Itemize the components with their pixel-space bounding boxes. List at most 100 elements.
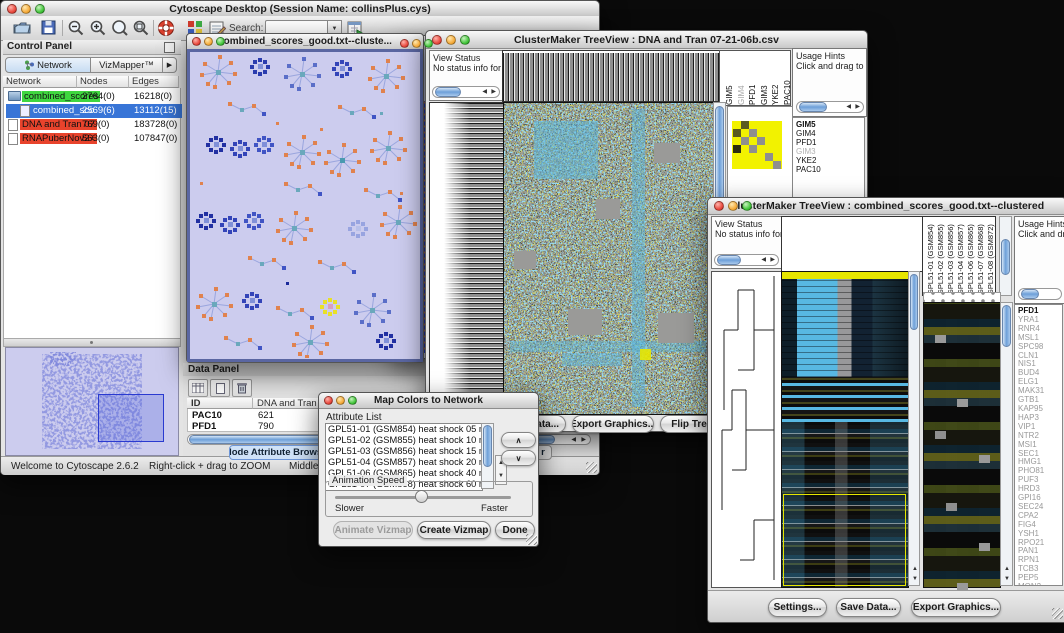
scroll-right-icon[interactable]: ▶ [855, 104, 860, 110]
scrollbar-thumb[interactable] [1002, 305, 1011, 347]
column-dendrogram[interactable] [502, 50, 720, 102]
open-file-icon[interactable] [13, 20, 31, 35]
column-dendrogram-area[interactable] [781, 216, 923, 272]
row-dendrogram[interactable] [711, 271, 783, 588]
table-row-selected[interactable]: combined_sco 2569(6) 13112(15) [6, 104, 182, 118]
zoom-window-icon[interactable] [348, 396, 357, 405]
scrollbar-thumb[interactable] [1021, 289, 1039, 299]
network-canvas[interactable] [187, 49, 423, 362]
zoom-vscrollbar[interactable]: ▲ ▼ [1000, 302, 1013, 586]
list-item[interactable]: GPL51-03 (GSM856) heat shock 15 min [326, 446, 482, 457]
scrollbar-thumb[interactable] [799, 102, 827, 112]
new-attribute-button[interactable] [210, 379, 230, 397]
list-item[interactable]: GPL51-01 (GSM854) heat shock 05 min [326, 424, 482, 435]
scroll-left-icon[interactable]: ◀ [846, 104, 851, 110]
treeview2-titlebar[interactable]: ClusterMaker TreeView : combined_scores_… [708, 198, 1064, 215]
scrollbar-thumb[interactable] [1001, 239, 1010, 275]
table-row[interactable]: combined_scores 2764(0) 16218(0) [6, 90, 182, 104]
treeview1-titlebar[interactable]: ClusterMaker TreeView : DNA and Tran 07-… [426, 31, 867, 49]
move-up-button[interactable]: ∧ [501, 432, 536, 448]
zoom-heatmap[interactable] [923, 302, 1001, 588]
attribute-list-vscrollbar[interactable] [481, 423, 494, 489]
delete-attribute-button[interactable] [232, 379, 252, 397]
row-value[interactable]: 621 [258, 410, 274, 421]
scroll-right-icon[interactable]: ▶ [770, 257, 775, 263]
resize-grip[interactable] [586, 462, 597, 473]
network-window-titlebar[interactable]: combined_scores_good.txt--cluste... [187, 34, 423, 50]
tab-network[interactable]: Network [5, 57, 91, 73]
network-overview[interactable] [5, 347, 179, 456]
table-row[interactable]: RNAPuberNov2+ 563(0) 107847(0) [6, 132, 182, 146]
zoom-window-icon[interactable] [460, 35, 470, 45]
minimize-icon[interactable] [412, 39, 421, 48]
cluster-matrix[interactable] [732, 121, 782, 169]
settings-button[interactable]: Settings... [768, 598, 827, 617]
scroll-left-icon[interactable]: ◀ [761, 257, 766, 263]
resize-grip[interactable] [526, 534, 537, 545]
tab-overflow-button[interactable]: ▶ [163, 57, 177, 73]
row-id[interactable]: PFD1 [192, 421, 216, 432]
export-graphics-button[interactable]: Export Graphics... [911, 598, 1001, 617]
similarity-heatmap[interactable] [503, 102, 714, 415]
zoom-fit-icon[interactable] [111, 19, 129, 37]
table-row[interactable]: DNA and Tran 07 769(0) 183728(0) [6, 118, 182, 132]
close-icon[interactable] [7, 4, 17, 14]
tab-vizmapper[interactable]: VizMapper™ [91, 57, 163, 73]
scroll-left-icon[interactable]: ◀ [482, 89, 487, 95]
zoom-window-icon[interactable] [742, 201, 752, 211]
scroll-down-icon[interactable]: ▼ [1004, 576, 1010, 582]
list-item[interactable]: GPL51-02 (GSM855) heat shock 10 min [326, 435, 482, 446]
usage-hints-hscrollbar[interactable]: ◀ ▶ [796, 101, 864, 113]
float-panel-icon[interactable] [164, 42, 175, 53]
zoom-window-icon[interactable] [35, 4, 45, 14]
panel-divider-handle[interactable] [3, 338, 181, 347]
speed-slider-thumb[interactable] [415, 490, 428, 503]
scroll-right-icon[interactable]: ▶ [491, 89, 496, 95]
minimize-icon[interactable] [21, 4, 31, 14]
tab-node-attribute-browser[interactable]: Node Attribute Browser [229, 445, 327, 460]
view-status-hscrollbar[interactable]: ◀ ▶ [432, 86, 500, 98]
close-icon[interactable] [324, 396, 333, 405]
overview-viewport[interactable] [98, 394, 164, 442]
zoom-out-icon[interactable] [67, 19, 85, 37]
save-data-button[interactable]: Save Data... [836, 598, 901, 617]
close-icon[interactable] [400, 39, 409, 48]
create-vizmap-button[interactable]: Create Vizmap [417, 521, 491, 539]
list-item[interactable]: GPL51-04 (GSM857) heat shock 20 min [326, 457, 482, 468]
close-icon[interactable] [192, 37, 201, 46]
scrollbar-thumb[interactable] [717, 255, 741, 265]
close-icon[interactable] [714, 201, 724, 211]
scroll-up-icon[interactable]: ▲ [912, 566, 918, 572]
row-dendrogram[interactable] [429, 102, 504, 415]
minimize-icon[interactable] [336, 396, 345, 405]
view-status-hscrollbar[interactable]: ◀ ▶ [714, 254, 779, 266]
scrollbar-thumb[interactable] [483, 425, 492, 467]
column-header-network[interactable]: Network [3, 76, 77, 88]
dialog-titlebar[interactable]: Map Colors to Network [319, 393, 538, 409]
column-header-edges[interactable]: Edges [129, 76, 179, 88]
row-id[interactable]: PAC10 [192, 410, 222, 421]
labels-vscrollbar[interactable] [999, 216, 1012, 296]
zoom-selected-icon[interactable] [132, 19, 150, 37]
resize-grip[interactable] [1052, 608, 1063, 619]
row-value[interactable]: 790 [258, 421, 274, 432]
step-down-icon[interactable]: ▼ [498, 473, 504, 479]
scroll-up-icon[interactable]: ▲ [1004, 566, 1010, 572]
usage-hints-hscrollbar[interactable] [1018, 288, 1062, 300]
expression-heatmap[interactable] [781, 271, 909, 588]
close-icon[interactable] [432, 35, 442, 45]
window-controls[interactable] [7, 4, 45, 14]
cytoscape-titlebar[interactable]: Cytoscape Desktop (Session Name: collins… [1, 1, 599, 17]
attribute-select-button[interactable] [188, 379, 208, 397]
minimize-icon[interactable] [446, 35, 456, 45]
minimize-icon[interactable] [204, 37, 213, 46]
column-header-id[interactable]: ID [187, 398, 253, 409]
column-header-nodes[interactable]: Nodes [77, 76, 129, 88]
move-down-button[interactable]: ∨ [501, 450, 536, 466]
scrollbar-thumb[interactable] [435, 87, 461, 97]
export-graphics-button[interactable]: Export Graphics... [572, 415, 654, 433]
save-icon[interactable] [41, 20, 56, 35]
scroll-left-icon[interactable]: ◀ [571, 437, 576, 443]
scroll-down-icon[interactable]: ▼ [912, 576, 918, 582]
scrollbar-thumb[interactable] [910, 274, 918, 330]
